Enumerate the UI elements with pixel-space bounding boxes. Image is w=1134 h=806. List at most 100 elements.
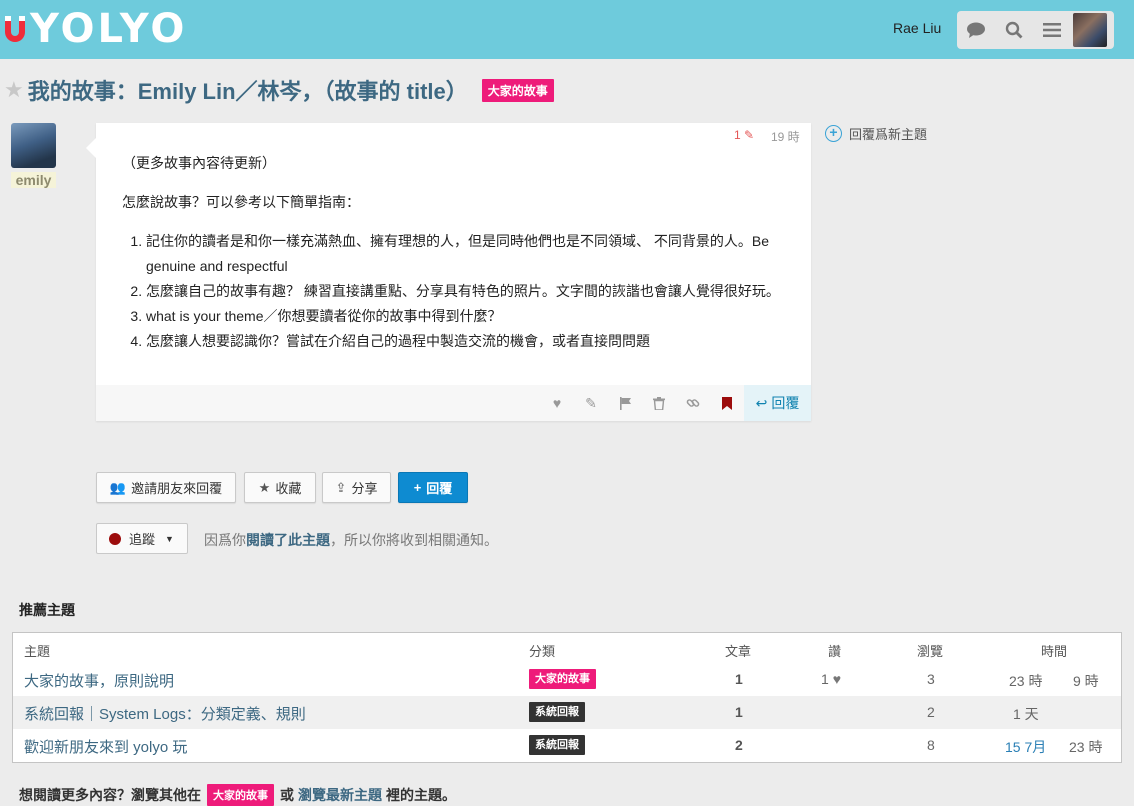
like-button[interactable]: ♥ [540,385,574,421]
post-card: 1 ✎ 19 時 （更多故事內容待更新） 怎麼說故事？可以參考以下簡單指南： 記… [86,123,811,421]
views-count: 3 [927,671,935,687]
caret-down-icon: ▼ [165,533,174,544]
magnet-logo-icon [5,16,25,42]
category-badge[interactable]: 系統回報 [529,735,585,755]
topic-link[interactable]: 歡迎新朋友來到 yolyo 玩 [24,736,187,757]
edit-history-button[interactable]: 1 ✎ [734,128,754,142]
chat-icon [967,22,985,38]
last-post-time[interactable]: 9 時 [1073,671,1099,691]
created-time[interactable]: 1 天 [1013,704,1039,724]
invite-label: 邀請朋友來回覆 [131,481,223,496]
bookmark-button[interactable] [710,385,744,421]
posts-count: 2 [735,737,743,753]
delete-button[interactable] [642,385,676,421]
list-item: 怎麼讓人想要認識你？嘗試在介紹自己的過程中製造交流的機會，或者直接問問題 [146,329,787,354]
tracking-note: 因爲你閱讀了此主題，所以你將收到相關通知。 [204,530,498,550]
table-header: 主題 分類 文章 讚 瀏覽 時間 [13,633,1121,663]
table-row: 大家的故事，原則說明 大家的故事 1 1 ♥ 3 23 時 9 時 [13,663,1121,696]
created-time[interactable]: 15 7月 [1005,737,1046,757]
link-icon [686,399,700,407]
tracking-status-icon [109,532,121,545]
list-item: what is your theme／你想要讀者從你的故事中得到什麼？ [146,304,787,329]
topic-link[interactable]: 大家的故事，原則說明 [24,670,174,691]
page-title[interactable]: 我的故事：Emily Lin／林岑，（故事的 title） [28,74,468,106]
tracking-dropdown[interactable]: 追蹤 ▼ [96,523,188,554]
chat-button[interactable] [957,11,995,49]
topic-link[interactable]: 系統回報｜System Logs：分類定義、規則 [24,703,306,724]
category-badge[interactable]: 系統回報 [529,702,585,722]
tracking-note-link[interactable]: 閱讀了此主題 [246,532,330,548]
share-button[interactable]: ⇪ 分享 [322,472,391,503]
column-header-category[interactable]: 分類 [529,641,555,660]
star-icon: ★ [258,479,271,495]
plus-icon: + [413,480,422,495]
column-header-activity[interactable]: 時間 [1041,641,1067,660]
users-icon: 👥 [109,479,127,495]
latest-topics-link[interactable]: 瀏覽最新主題 [298,785,382,805]
flag-button[interactable] [608,385,642,421]
post-time[interactable]: 19 時 [771,128,800,145]
browse-more-footer: 想閱讀更多內容？瀏覽其他在 大家的故事 或 瀏覽最新主題 裡的主題。 [19,784,456,806]
menu-button[interactable] [1033,11,1071,49]
avatar [1073,13,1107,47]
views-count: 2 [927,704,935,720]
search-icon [1005,21,1023,39]
pencil-icon: ✎ [740,128,755,142]
search-button[interactable] [995,11,1033,49]
current-user-name[interactable]: Rae Liu [893,20,941,36]
table-row: 歡迎新朋友來到 yolyo 玩 系統回報 2 8 15 7月 23 時 [13,729,1121,762]
star-icon[interactable]: ★ [4,77,24,103]
last-post-time[interactable]: 23 時 [1069,737,1102,757]
share-link-button[interactable] [676,385,710,421]
views-count: 8 [927,737,935,753]
bookmark-icon [722,396,732,410]
posts-count: 1 [735,704,743,720]
list-item: 怎麼讓自己的故事有趣？ 練習直接講重點、分享具有特色的照片。文字間的詼諧也會讓人… [146,279,787,304]
reply-new-topic-label: 回覆爲新主題 [849,127,928,142]
reply-arrow-icon: ↩ [755,394,768,411]
table-row: 系統回報｜System Logs：分類定義、規則 系統回報 1 2 1 天 [13,696,1121,729]
column-header-topic[interactable]: 主題 [24,641,50,660]
site-logo[interactable]: YOLYO [2,6,187,52]
post-actions: ♥ ✎ ↩ 回覆 [96,385,811,421]
post-intro: （更多故事內容待更新） [122,155,276,171]
user-avatar-button[interactable] [1071,11,1109,49]
bookmark-topic-button[interactable]: ★ 收藏 [244,472,316,503]
footer-mid: 或 [280,787,294,803]
category-badge[interactable]: 大家的故事 [529,669,596,689]
created-time[interactable]: 23 時 [1009,671,1042,691]
column-header-posts[interactable]: 文章 [725,641,751,660]
footer-post: 裡的主題。 [386,787,456,803]
edit-button[interactable]: ✎ [574,385,608,421]
column-header-likes[interactable]: 讚 [828,641,841,660]
likes-count: 1 [821,671,829,687]
post-author-avatar[interactable] [11,123,56,168]
logo-text: YOLYO [30,6,188,52]
topic-reply-label: 回覆 [426,481,453,496]
post-author-name[interactable]: emily [11,172,56,188]
topic-title-row: ★ 我的故事：Emily Lin／林岑，（故事的 title） 大家的故事 [4,74,554,106]
pencil-icon: ✎ [585,394,597,411]
top-header: YOLYO Rae Liu [0,0,1134,59]
invite-button[interactable]: 👥 邀請朋友來回覆 [96,472,236,503]
edit-count: 1 [734,128,741,142]
category-badge[interactable]: 大家的故事 [207,784,274,806]
reply-button[interactable]: ↩ 回覆 [744,385,811,421]
share-label: 分享 [351,481,378,496]
reply-as-new-topic[interactable]: + 回覆爲新主題 [825,124,927,143]
category-badge[interactable]: 大家的故事 [481,78,554,102]
column-header-views[interactable]: 瀏覽 [917,641,943,660]
list-item: 記住你的讀者是和你一樣充滿熱血、擁有理想的人，但是同時他們也是不同領域、 不同背… [146,229,787,279]
share-icon: ⇪ [335,479,347,495]
bookmark-label: 收藏 [275,481,302,496]
plus-circle-icon: + [825,125,842,142]
flag-icon [619,396,631,410]
heart-icon: ♥ [832,671,841,687]
menu-icon [1043,23,1061,37]
trash-icon [653,396,665,410]
footer-pre: 想閱讀更多內容？瀏覽其他在 [19,787,201,803]
post-body: （更多故事內容待更新） 怎麼說故事？可以參考以下簡單指南： 記住你的讀者是和你一… [122,151,787,354]
topic-reply-button[interactable]: + 回覆 [398,472,468,503]
header-button-group [957,11,1114,49]
tracking-note-pre: 因爲你 [204,532,246,548]
